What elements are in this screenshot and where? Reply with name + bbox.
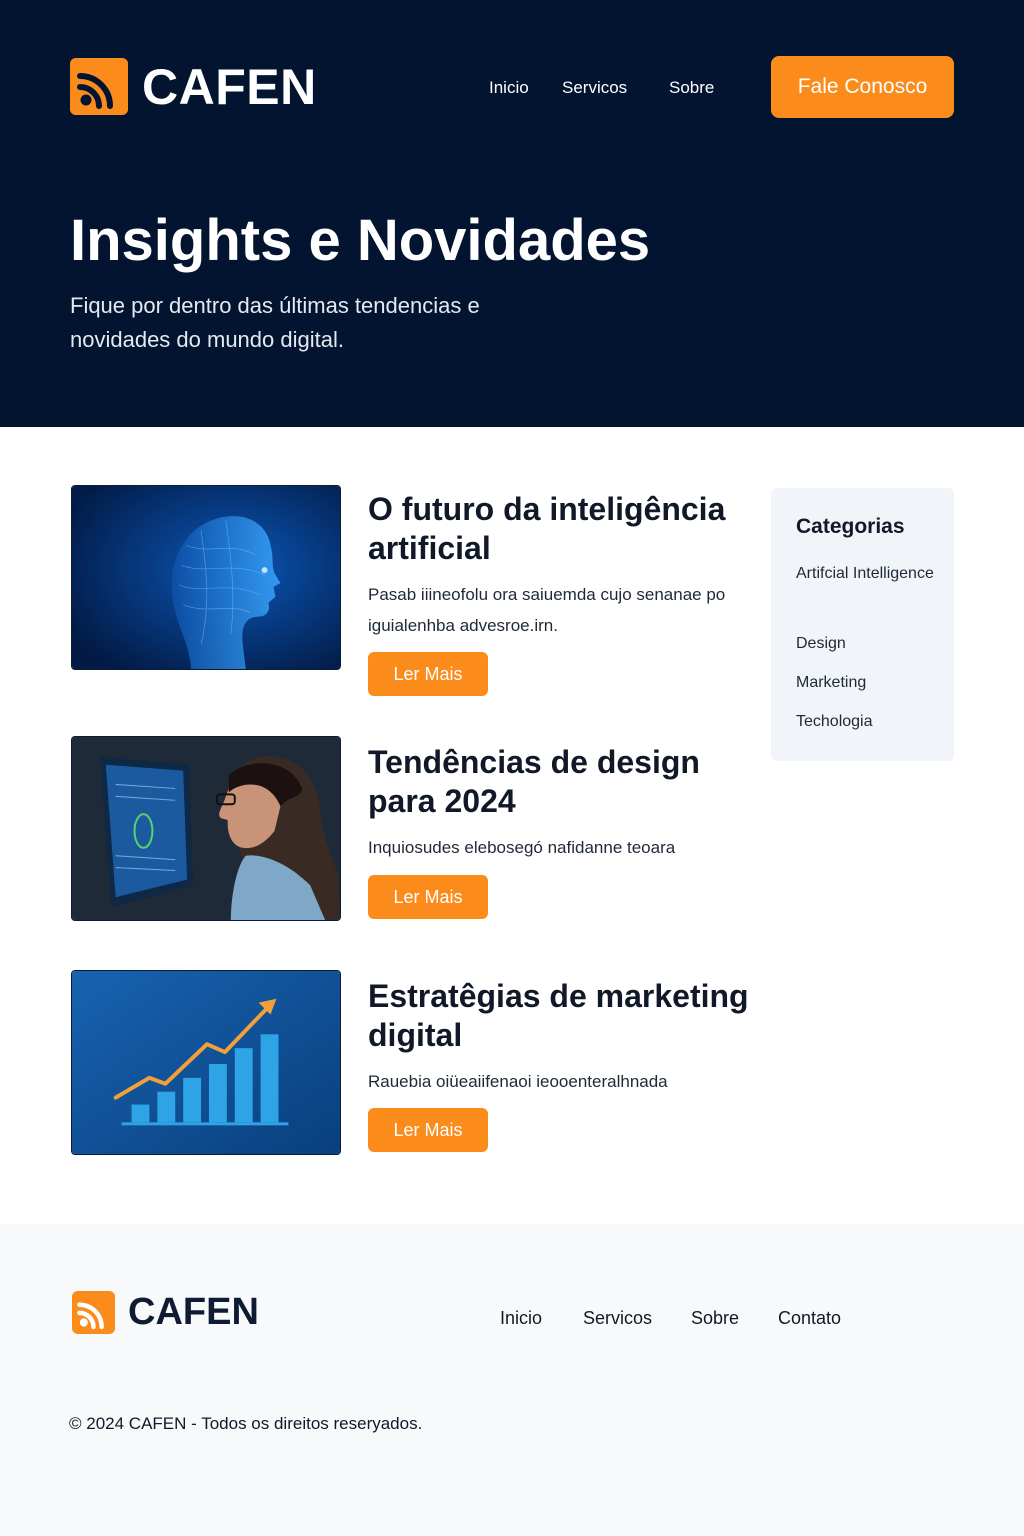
footer-link-contato[interactable]: Contato [778, 1306, 841, 1330]
growth-chart-image[interactable] [71, 970, 341, 1155]
ai-head-image[interactable] [71, 485, 341, 670]
nav-item-sobre[interactable]: Sobre [669, 76, 714, 100]
category-item-tecnologia[interactable]: Techologia [796, 707, 946, 737]
categories-sidebar: Categorias Artifcial Intelligence Design… [771, 488, 954, 761]
designer-at-monitor-image[interactable] [71, 736, 341, 921]
brand-name[interactable]: CAFEN [142, 58, 317, 116]
read-more-button[interactable]: Ler Mais [368, 875, 488, 919]
category-item-artificial-intelligence[interactable]: Artifcial Intelligence [796, 559, 946, 589]
post-title[interactable]: O futuro da inteligência artificial [368, 490, 768, 568]
footer-link-inicio[interactable]: Inicio [500, 1306, 542, 1330]
site-footer: CAFEN Inicio Servicos Sobre Contato © 20… [0, 1224, 1024, 1536]
footer-link-sobre[interactable]: Sobre [691, 1306, 739, 1330]
category-item-marketing[interactable]: Marketing [796, 668, 946, 698]
post-excerpt: Inquiosudes elebosegó nafidanne teoara [368, 838, 676, 857]
post-title[interactable]: Tendências de design para 2024 [368, 743, 768, 821]
page-title: Insights e Novidades [70, 208, 651, 273]
nav-item-inicio[interactable]: Inicio [489, 76, 529, 100]
footer-brand-name[interactable]: CAFEN [128, 1290, 259, 1334]
category-item-design[interactable]: Design [796, 629, 946, 659]
read-more-button[interactable]: Ler Mais [368, 1108, 488, 1152]
footer-link-servicos[interactable]: Servicos [583, 1306, 652, 1330]
hero-header: CAFEN Inicio Servicos Sobre Fale Conosco… [0, 0, 1024, 427]
nav-item-servicos[interactable]: Servicos [562, 76, 627, 100]
copyright-text: © 2024 CAFEN - Todos os direitos reserya… [69, 1414, 423, 1433]
post-title[interactable]: Estratêgias de marketing digital [368, 977, 768, 1055]
read-more-button[interactable]: Ler Mais [368, 652, 488, 696]
post-excerpt: Rauebia oiüeaiifenaoi ieooenteralhnada [368, 1072, 668, 1091]
rss-icon[interactable] [72, 1291, 115, 1334]
post-excerpt: Pasab iiineofolu ora saiuemda cujo senan… [368, 585, 726, 635]
sidebar-title: Categorias [796, 515, 905, 538]
contact-button[interactable]: Fale Conosco [771, 56, 954, 118]
rss-icon[interactable] [70, 58, 128, 115]
page-subtitle: Fique por dentro das últimas tendencias … [70, 293, 480, 352]
